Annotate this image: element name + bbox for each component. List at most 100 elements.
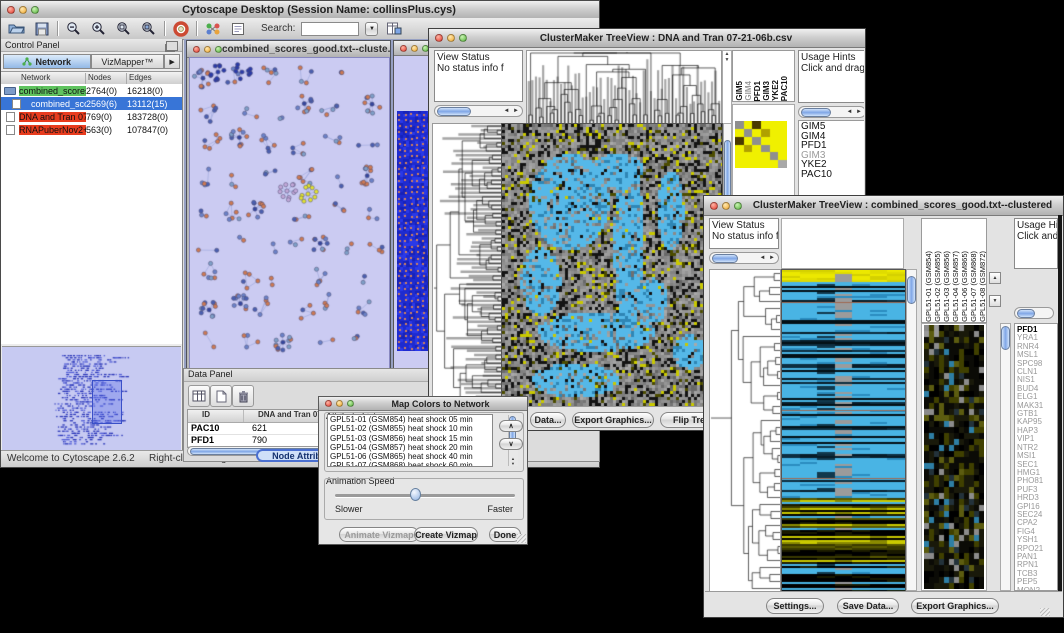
zoom-window-icon[interactable] [347,400,354,407]
overview-viewport-rect[interactable] [92,380,122,424]
save-data-button[interactable]: Save Data... [837,598,899,614]
create-vizmap-button[interactable]: Create Vizmap [414,527,478,542]
network-list-row[interactable]: RNAPuberNov2+ 563(0) 107847(0) [1,123,182,136]
tv1-status-hscrollbar[interactable]: ◄ ► [434,105,523,117]
nw2-titlebar[interactable] [394,41,432,56]
zoom-window-icon[interactable] [734,202,742,210]
tv1-top-dendrogram[interactable] [526,50,722,124]
vscroll-thumb[interactable] [1001,326,1010,350]
settings-button[interactable]: Settings... [766,598,824,614]
network-canvas[interactable] [190,58,389,370]
hscroll-thumb[interactable] [437,107,471,116]
tab-network[interactable]: Network [3,54,91,69]
move-down-button[interactable]: ∨ [499,438,523,450]
nw1-titlebar[interactable]: combined_scores_good.txt--cluste... [187,41,390,58]
network-list-row[interactable]: combined_scores 2764(0) 16218(0) [1,84,182,97]
scroll-arrows-icon[interactable]: ◄ ► [846,109,863,115]
move-up-button[interactable]: ∧ [499,420,523,432]
select-attributes-icon[interactable] [188,385,210,407]
tab-more-button[interactable]: ▶ [164,54,180,69]
attribute-item[interactable]: GPL51-02 (GSM855) heat shock 10 min [328,424,492,433]
attribute-item[interactable]: GPL51-06 (GSM865) heat shock 40 min [328,452,492,461]
vscroll-thumb[interactable] [907,276,916,304]
dialog-titlebar[interactable]: Map Colors to Network [319,397,527,411]
network-overview-panel[interactable] [2,346,181,453]
hscroll-thumb[interactable] [801,108,831,117]
scroll-arrows-icon[interactable]: ▲▼ [509,456,517,466]
hscroll-thumb[interactable] [712,254,738,263]
minimize-icon[interactable] [336,400,343,407]
tv2-left-dendrogram[interactable] [709,269,781,593]
tv1-left-dendrogram[interactable] [432,123,502,408]
animate-vizmap-button[interactable]: Animate Vizmap [339,527,419,542]
resize-grip[interactable] [517,534,526,543]
close-icon[interactable] [325,400,332,407]
attribute-item[interactable]: GPL51-04 (GSM857) heat shock 20 min [328,443,492,452]
network-list-row[interactable]: combined_sco 2569(6) 13112(15) [1,97,182,110]
tv2-heatmap[interactable] [781,269,906,593]
new-attribute-icon[interactable] [210,385,232,407]
attribute-item[interactable]: GPL51-03 (GSM856) heat shock 15 min [328,434,492,443]
zoom-selected-icon[interactable] [139,20,158,37]
tv1-hints-hscrollbar[interactable]: ◄ ► [798,106,864,118]
attribute-item[interactable]: GPL51-07 (GSM868) heat shock 60 min [328,461,492,467]
zoom-window-icon[interactable] [215,46,222,53]
animation-slider-thumb[interactable] [410,488,421,501]
close-icon[interactable] [7,6,15,14]
gene-label[interactable]: PAC10 [801,170,864,180]
tv2-gene-list[interactable]: PFD1YRA1RNR4MSL1SPC98CLN1NIS1BUD4ELG1MAK… [1014,323,1058,591]
attribute-list[interactable]: GPL51-01 (GSM854) heat shock 05 minGPL51… [327,414,493,467]
main-titlebar[interactable]: Cytoscape Desktop (Session Name: collins… [1,1,599,19]
tv1-titlebar[interactable]: ClusterMaker TreeView : DNA and Tran 07-… [429,29,865,48]
animation-slider-track[interactable] [335,494,515,497]
tv2-status-hscrollbar[interactable]: ◄ ► [709,252,779,264]
network-overview-canvas[interactable] [2,347,180,452]
tv2-titlebar[interactable]: ClusterMaker TreeView : combined_scores_… [704,196,1063,216]
tv2-right-vscrollbar[interactable] [1000,323,1011,591]
scroll-arrows-icon[interactable]: ◄ ► [503,108,520,114]
tv2-zoom-heatmap[interactable] [924,325,984,589]
network-list-row[interactable]: DNA and Tran 07 769(0) 183728(0) [1,110,182,123]
tv2-hints-hscrollbar[interactable] [1014,307,1054,319]
annotation-icon[interactable] [228,20,247,37]
minimize-icon[interactable] [411,45,418,52]
tv1-mini-heatmap[interactable] [735,121,787,168]
network-view[interactable] [189,57,390,371]
zoom-out-icon[interactable] [64,20,83,37]
dense-network-canvas[interactable] [397,111,431,351]
delete-attribute-icon[interactable] [232,385,254,407]
tv2-vscrollbar[interactable] [906,269,917,591]
zoom-window-icon[interactable] [31,6,39,14]
tv1-scroll-arrows[interactable]: ▲▼ [722,50,732,124]
minimize-icon[interactable] [722,202,730,210]
tab-vizmapper[interactable]: VizMapper™ [91,54,165,69]
resize-grip[interactable] [1040,608,1050,616]
minimize-icon[interactable] [19,6,27,14]
open-icon[interactable] [7,20,26,37]
attribute-item[interactable]: GPL51-01 (GSM854) heat shock 05 min [328,415,492,424]
scroll-arrows-icon[interactable]: ◄ ► [759,255,776,261]
float-panel-icon[interactable] [166,41,178,51]
close-icon[interactable] [400,45,407,52]
zoom-in-icon[interactable] [89,20,108,37]
search-input[interactable] [301,22,359,36]
search-dropdown-icon[interactable]: ▼ [365,22,378,36]
tv1-heatmap[interactable] [501,123,723,408]
export-graphics-button[interactable]: Export Graphics... [572,412,654,428]
attribute-browser-icon[interactable] [384,20,403,37]
save-icon[interactable] [32,20,51,37]
export-graphics-button[interactable]: Export Graphics... [911,598,999,614]
zoom-window-icon[interactable] [459,34,467,42]
scroll-down-icon[interactable]: ▼ [989,295,1001,307]
vizmap-icon[interactable] [203,20,222,37]
hscroll-thumb[interactable] [1017,309,1035,318]
save-data-button[interactable]: Data... [530,412,566,428]
zoom-fit-icon[interactable] [114,20,133,37]
close-icon[interactable] [193,46,200,53]
minimize-icon[interactable] [447,34,455,42]
close-icon[interactable] [435,34,443,42]
scroll-up-icon[interactable]: ▲ [989,272,1001,284]
close-icon[interactable] [710,202,718,210]
help-lifesaver-icon[interactable] [171,20,190,37]
minimize-icon[interactable] [204,46,211,53]
